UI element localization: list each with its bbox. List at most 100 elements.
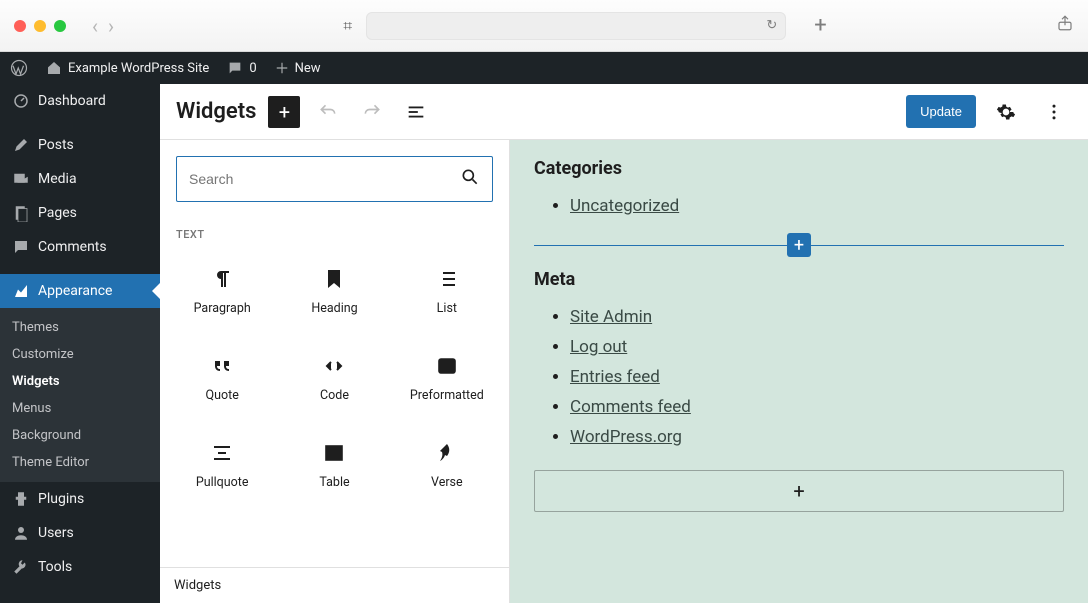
admin-sidebar: Dashboard Posts Media Pages Comments App… [0, 84, 160, 603]
inserter-breadcrumb[interactable]: Widgets [160, 567, 509, 603]
page-title: Widgets [176, 99, 256, 124]
search-field-wrapper[interactable] [176, 156, 493, 202]
editor-canvas[interactable]: Categories Uncategorized + Meta Site Adm… [510, 140, 1088, 603]
block-code[interactable]: Code [278, 334, 390, 421]
link-uncategorized[interactable]: Uncategorized [570, 196, 679, 216]
search-input[interactable] [189, 171, 460, 187]
widget-heading-meta: Meta [534, 269, 1064, 290]
block-quote[interactable]: Quote [166, 334, 278, 421]
widget-heading-categories: Categories [534, 158, 1064, 179]
site-home-link[interactable]: Example WordPress Site [46, 60, 209, 76]
submenu-menus[interactable]: Menus [0, 395, 160, 422]
block-label: Paragraph [194, 301, 251, 316]
new-tab-icon[interactable]: + [814, 13, 826, 38]
link-entries-feed[interactable]: Entries feed [570, 367, 660, 387]
submenu-theme-editor[interactable]: Theme Editor [0, 449, 160, 476]
browser-chrome: ‹ › ⌗ ↻ + [0, 0, 1088, 52]
apps-grid-icon[interactable]: ⌗ [343, 16, 352, 36]
submenu-widgets[interactable]: Widgets [0, 368, 160, 395]
bookmark-icon [322, 267, 346, 291]
meta-list: Site Admin Log out Entries feed Comments… [534, 302, 1064, 452]
list-icon [435, 267, 459, 291]
sidebar-item-pages[interactable]: Pages [0, 196, 160, 230]
maximize-window-icon[interactable] [54, 20, 66, 32]
window-controls [14, 20, 66, 32]
list-view-button[interactable] [400, 96, 432, 128]
link-wporg[interactable]: WordPress.org [570, 427, 682, 447]
sidebar-label: Appearance [38, 283, 112, 299]
sidebar-item-users[interactable]: Users [0, 516, 160, 550]
sidebar-label: Posts [38, 137, 74, 153]
comments-link[interactable]: 0 [227, 60, 256, 76]
submenu-customize[interactable]: Customize [0, 341, 160, 368]
sidebar-label: Plugins [38, 491, 84, 507]
site-name: Example WordPress Site [68, 61, 209, 76]
submenu-background[interactable]: Background [0, 422, 160, 449]
sidebar-label: Users [38, 525, 74, 541]
block-list[interactable]: List [391, 247, 503, 334]
sidebar-item-appearance[interactable]: Appearance [0, 274, 160, 308]
update-button[interactable]: Update [906, 95, 976, 128]
appearance-submenu: Themes Customize Widgets Menus Backgroun… [0, 308, 160, 482]
insert-block-inline-button[interactable]: + [787, 233, 811, 257]
append-block-button[interactable]: + [534, 470, 1064, 512]
back-icon[interactable]: ‹ [92, 14, 98, 38]
wp-logo-icon[interactable] [10, 59, 28, 77]
search-icon [460, 167, 480, 191]
forward-icon[interactable]: › [108, 14, 114, 38]
submenu-themes[interactable]: Themes [0, 314, 160, 341]
block-verse[interactable]: Verse [391, 421, 503, 508]
list-item: Log out [570, 332, 1064, 362]
block-heading[interactable]: Heading [278, 247, 390, 334]
add-block-button[interactable]: + [268, 96, 300, 128]
address-bar[interactable]: ↻ [366, 12, 786, 40]
block-label: Pullquote [196, 475, 249, 490]
share-icon[interactable] [1056, 14, 1074, 37]
list-item: Uncategorized [570, 191, 1064, 221]
block-label: Preformatted [410, 388, 484, 403]
reload-icon[interactable]: ↻ [766, 18, 777, 33]
block-table[interactable]: Table [278, 421, 390, 508]
sidebar-label: Media [38, 171, 77, 187]
editor: Widgets + Update [160, 84, 1088, 603]
undo-button[interactable] [312, 96, 344, 128]
settings-button[interactable] [988, 94, 1024, 130]
preformatted-icon [435, 354, 459, 378]
block-preformatted[interactable]: Preformatted [391, 334, 503, 421]
block-label: List [437, 301, 457, 316]
sidebar-item-dashboard[interactable]: Dashboard [0, 84, 160, 118]
sidebar-item-posts[interactable]: Posts [0, 128, 160, 162]
new-content-link[interactable]: New [275, 61, 321, 76]
block-paragraph[interactable]: Paragraph [166, 247, 278, 334]
list-item: WordPress.org [570, 422, 1064, 452]
sidebar-label: Pages [38, 205, 77, 221]
block-pullquote[interactable]: Pullquote [166, 421, 278, 508]
sidebar-item-plugins[interactable]: Plugins [0, 482, 160, 516]
minimize-window-icon[interactable] [34, 20, 46, 32]
wp-admin-bar: Example WordPress Site 0 New [0, 52, 1088, 84]
block-grid: Paragraph Heading List Quote [160, 247, 509, 508]
sidebar-label: Tools [38, 559, 72, 575]
more-options-button[interactable] [1036, 94, 1072, 130]
quote-icon [210, 354, 234, 378]
block-insertion-point: + [534, 233, 1064, 257]
comments-count: 0 [249, 61, 256, 76]
list-item: Site Admin [570, 302, 1064, 332]
block-label: Code [320, 388, 349, 403]
list-item: Comments feed [570, 392, 1064, 422]
redo-button[interactable] [356, 96, 388, 128]
link-site-admin[interactable]: Site Admin [570, 307, 652, 327]
editor-toolbar: Widgets + Update [160, 84, 1088, 140]
link-logout[interactable]: Log out [570, 337, 627, 357]
pullquote-icon [210, 441, 234, 465]
sidebar-label: Dashboard [38, 93, 106, 109]
block-label: Table [319, 475, 349, 490]
close-window-icon[interactable] [14, 20, 26, 32]
new-label: New [295, 61, 321, 76]
sidebar-item-tools[interactable]: Tools [0, 550, 160, 584]
sidebar-item-comments[interactable]: Comments [0, 230, 160, 264]
block-label: Verse [431, 475, 463, 490]
list-item: Entries feed [570, 362, 1064, 392]
sidebar-item-media[interactable]: Media [0, 162, 160, 196]
link-comments-feed[interactable]: Comments feed [570, 397, 691, 417]
